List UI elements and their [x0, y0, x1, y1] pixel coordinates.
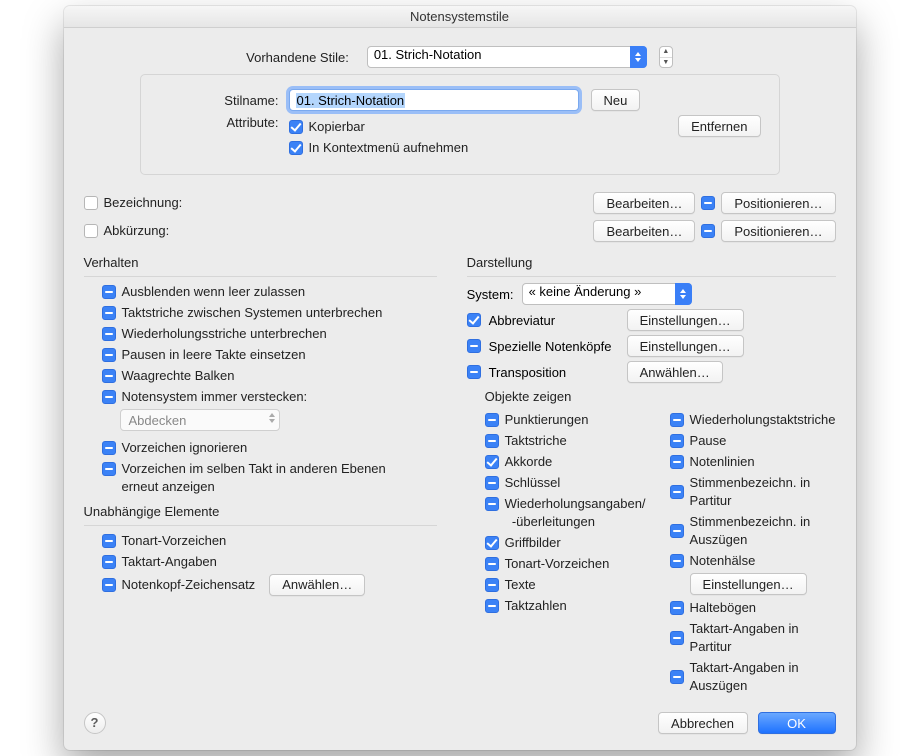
transposition-checkbox[interactable] — [467, 365, 481, 379]
window-title: Notensystemstile — [64, 6, 856, 28]
keysig-checkbox[interactable] — [102, 534, 116, 548]
bezeichnung-position-state[interactable] — [701, 196, 715, 210]
new-button[interactable]: Neu — [591, 89, 641, 111]
special-heads-checkbox[interactable] — [467, 339, 481, 353]
bezeichnung-edit-button[interactable]: Bearbeiten… — [593, 192, 695, 214]
style-stepper[interactable]: ▲▼ — [659, 46, 673, 68]
left-column: Verhalten Ausblenden wenn leer zulassenT… — [84, 251, 437, 698]
abkuerzung-checkbox[interactable] — [84, 224, 98, 238]
object-checkbox[interactable] — [670, 601, 684, 615]
object-checkbox[interactable] — [485, 497, 499, 511]
object-checkbox[interactable] — [670, 434, 684, 448]
existing-styles-label: Vorhandene Stile: — [246, 50, 349, 65]
ok-button[interactable]: OK — [758, 712, 836, 734]
abbrev-label: Abbreviatur — [489, 313, 619, 328]
object-checkbox[interactable] — [485, 536, 499, 550]
copyable-label: Kopierbar — [309, 118, 365, 136]
object-checkbox[interactable] — [670, 524, 684, 538]
object-checkbox[interactable] — [485, 455, 499, 469]
special-heads-settings-button[interactable]: Einstellungen… — [627, 335, 744, 357]
stylename-input[interactable]: 01. Strich-Notation — [289, 89, 579, 111]
system-select[interactable]: « keine Änderung » — [522, 283, 692, 305]
verhalten-checkbox[interactable] — [102, 306, 116, 320]
existing-styles-select[interactable]: 01. Strich-Notation — [367, 46, 647, 68]
object-checkbox[interactable] — [670, 670, 684, 684]
redisplay-acc-label: Vorzeichen im selben Takt in anderen Ebe… — [122, 460, 402, 496]
verhalten-heading: Verhalten — [84, 255, 437, 270]
transposition-select-button[interactable]: Anwählen… — [627, 361, 723, 383]
unabhaengig-heading: Unabhängige Elemente — [84, 504, 437, 519]
object-checkbox[interactable] — [670, 455, 684, 469]
notehead-font-checkbox[interactable] — [102, 578, 116, 592]
timesig-checkbox[interactable] — [102, 555, 116, 569]
cancel-button[interactable]: Abbrechen — [658, 712, 748, 734]
object-checkbox[interactable] — [485, 578, 499, 592]
object-checkbox[interactable] — [670, 631, 684, 645]
abbrev-checkbox[interactable] — [467, 313, 481, 327]
remove-button[interactable]: Entfernen — [678, 115, 760, 137]
object-checkbox[interactable] — [485, 434, 499, 448]
notehead-font-select-button[interactable]: Anwählen… — [269, 574, 365, 596]
abkuerzung-label: Abkürzung: — [104, 222, 170, 240]
hide-mode-select[interactable]: Abdecken — [120, 409, 280, 431]
bezeichnung-checkbox[interactable] — [84, 196, 98, 210]
verhalten-checkbox[interactable] — [102, 348, 116, 362]
object-checkbox[interactable] — [485, 599, 499, 613]
bezeichnung-label: Bezeichnung: — [104, 194, 183, 212]
redisplay-acc-checkbox[interactable] — [102, 462, 116, 476]
verhalten-checkbox[interactable] — [102, 369, 116, 383]
contextmenu-label: In Kontextmenü aufnehmen — [309, 139, 469, 157]
stylename-label: Stilname: — [159, 93, 279, 108]
object-checkbox[interactable] — [670, 413, 684, 427]
dialog-window: Notensystemstile Vorhandene Stile: 01. S… — [64, 6, 856, 750]
help-button[interactable]: ? — [84, 712, 106, 734]
bezeichnung-position-button[interactable]: Positionieren… — [721, 192, 835, 214]
copyable-checkbox[interactable] — [289, 120, 303, 134]
object-checkbox[interactable] — [670, 554, 684, 568]
dialog-content: Vorhandene Stile: 01. Strich-Notation ▲▼… — [64, 28, 856, 750]
abkuerzung-edit-button[interactable]: Bearbeiten… — [593, 220, 695, 242]
transposition-label: Transposition — [489, 365, 619, 380]
object-checkbox[interactable] — [485, 557, 499, 571]
object-checkbox[interactable] — [485, 413, 499, 427]
updown-icon — [675, 283, 692, 305]
abbrev-settings-button[interactable]: Einstellungen… — [627, 309, 744, 331]
updown-icon — [630, 46, 647, 68]
verhalten-checkbox[interactable] — [102, 327, 116, 341]
objects-heading: Objekte zeigen — [485, 389, 836, 404]
stems-settings-button[interactable]: Einstellungen… — [690, 573, 807, 595]
object-checkbox[interactable] — [485, 476, 499, 490]
ignore-acc-label: Vorzeichen ignorieren — [122, 439, 248, 457]
object-checkbox[interactable] — [670, 485, 684, 499]
special-heads-label: Spezielle Notenköpfe — [489, 339, 619, 354]
verhalten-checkbox[interactable] — [102, 390, 116, 404]
ignore-acc-checkbox[interactable] — [102, 441, 116, 455]
abkuerzung-position-button[interactable]: Positionieren… — [721, 220, 835, 242]
right-column: Darstellung System: « keine Änderung » A… — [467, 251, 836, 698]
darstellung-heading: Darstellung — [467, 255, 836, 270]
abkuerzung-position-state[interactable] — [701, 224, 715, 238]
system-label: System: — [467, 287, 514, 302]
verhalten-checkbox[interactable] — [102, 285, 116, 299]
attributes-label: Attribute: — [159, 115, 279, 130]
contextmenu-checkbox[interactable] — [289, 141, 303, 155]
updown-icon — [269, 413, 275, 423]
style-group: Stilname: 01. Strich-Notation Neu Attrib… — [140, 74, 780, 175]
